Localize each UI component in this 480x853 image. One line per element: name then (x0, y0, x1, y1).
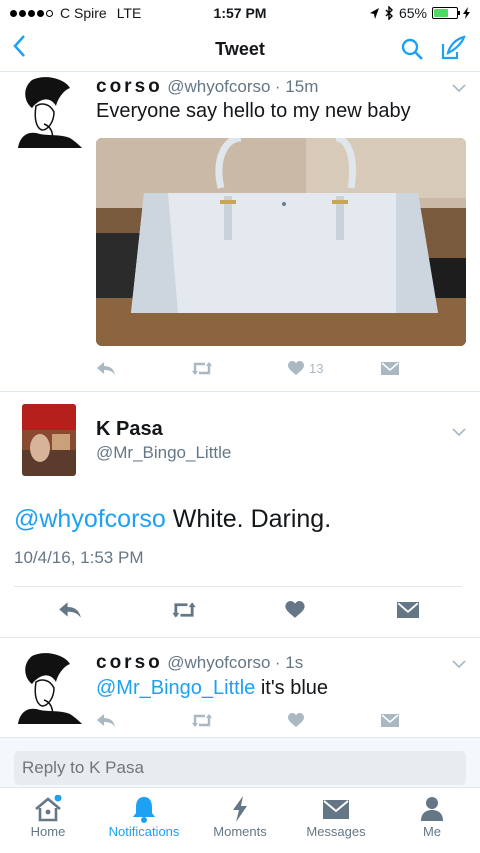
location-arrow-icon (369, 7, 379, 19)
dm-button[interactable] (381, 714, 399, 727)
author-name[interactable]: corso (96, 652, 163, 673)
tab-label: Moments (213, 824, 267, 839)
retweet-button[interactable] (170, 601, 198, 619)
search-icon (401, 38, 423, 60)
envelope-icon (381, 362, 399, 375)
reply-icon (97, 362, 115, 375)
author-name[interactable]: K Pasa (96, 418, 163, 441)
reply-icon (59, 602, 81, 618)
like-count: 13 (309, 361, 324, 376)
chevron-down-icon (452, 84, 466, 93)
battery-icon (432, 7, 460, 19)
nav-bar: Tweet (0, 26, 480, 72)
author-handle[interactable]: @whyofcorso (167, 653, 270, 672)
tab-label: Notifications (108, 824, 180, 839)
author-handle[interactable]: @Mr_Bingo_Little (96, 443, 231, 463)
like-button[interactable] (285, 601, 305, 619)
avatar[interactable] (14, 76, 86, 148)
envelope-icon (323, 800, 349, 819)
tweet-time: · 1s (274, 653, 304, 672)
more-options-button[interactable] (452, 656, 466, 672)
charging-icon (463, 7, 470, 19)
reply-bar (0, 738, 480, 788)
divider (0, 391, 480, 392)
retweet-button[interactable] (190, 361, 214, 376)
more-options-button[interactable] (452, 80, 466, 96)
reply-input[interactable] (14, 751, 466, 785)
search-button[interactable] (400, 37, 424, 66)
tweet-time: · 15m (274, 77, 319, 96)
retweet-icon (192, 362, 212, 375)
retweet-icon (192, 714, 212, 727)
tweet-text: @whyofcorso White. Daring. (14, 505, 331, 534)
bluetooth-icon (385, 6, 393, 20)
avatar[interactable] (14, 652, 86, 724)
tab-label: Messages (306, 824, 366, 839)
tweet-text: Everyone say hello to my new baby (96, 100, 411, 122)
person-icon (421, 797, 443, 821)
status-bar: C Spire LTE 1:57 PM 65% (0, 0, 480, 26)
divider (0, 637, 480, 638)
tab-label: Me (422, 824, 442, 839)
tweet-body: White. Daring. (165, 505, 332, 533)
divider (14, 586, 462, 587)
envelope-icon (381, 714, 399, 727)
handbag-photo (96, 138, 466, 346)
battery-percent: 65% (398, 5, 427, 21)
tweet-text: @Mr_Bingo_Little it's blue (96, 677, 328, 700)
retweet-icon (172, 602, 196, 618)
tab-notifications[interactable]: Notifications (96, 794, 192, 839)
dm-button[interactable] (397, 602, 419, 618)
tab-messages[interactable]: Messages (288, 794, 384, 839)
avatar-illustration (18, 653, 82, 724)
like-button[interactable] (288, 713, 304, 728)
mention-link[interactable]: @whyofcorso (14, 505, 166, 533)
tab-home[interactable]: Home (0, 794, 96, 839)
avatar-photo (22, 404, 76, 476)
envelope-icon (397, 602, 419, 618)
tab-moments[interactable]: Moments (192, 794, 288, 839)
compose-button[interactable] (440, 35, 466, 66)
avatar-illustration (18, 77, 82, 148)
tab-bar: Home Notifications Moments Messages Me (0, 787, 480, 853)
reply-button[interactable] (96, 361, 116, 376)
more-options-button[interactable] (452, 424, 466, 440)
tab-me[interactable]: Me (384, 794, 480, 839)
chevron-down-icon (452, 428, 466, 437)
chevron-down-icon (452, 660, 466, 669)
reply-icon (97, 714, 115, 727)
tweet-photo[interactable] (96, 138, 466, 346)
home-icon (35, 795, 62, 822)
tweet-timestamp: 10/4/16, 1:53 PM (14, 548, 144, 567)
tweet-body: it's blue (255, 677, 329, 699)
mention-link[interactable]: @Mr_Bingo_Little (96, 677, 255, 699)
reply-button[interactable] (96, 713, 116, 728)
dm-button[interactable] (381, 362, 399, 375)
bell-icon (133, 797, 155, 823)
reply-button[interactable] (58, 601, 82, 619)
lightning-icon (233, 796, 247, 822)
heart-icon (285, 601, 305, 618)
tab-label: Home (30, 824, 66, 839)
author-name[interactable]: corso (96, 76, 163, 97)
avatar[interactable] (22, 404, 76, 476)
compose-icon (441, 35, 466, 60)
like-button[interactable]: 13 (288, 361, 323, 376)
heart-icon (288, 713, 304, 727)
author-handle[interactable]: @whyofcorso (167, 77, 270, 96)
retweet-button[interactable] (190, 713, 214, 728)
heart-icon (288, 361, 304, 375)
